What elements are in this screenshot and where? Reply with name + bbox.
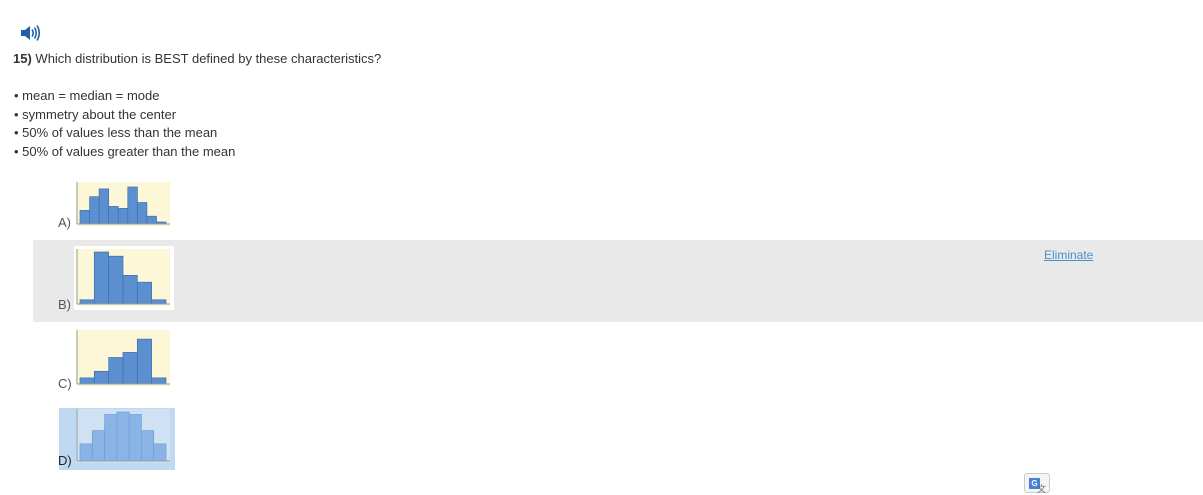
histogram-bar	[93, 370, 109, 385]
speaker-icon[interactable]	[20, 24, 42, 42]
characteristic-item: • 50% of values less than the mean	[14, 125, 218, 140]
histogram-bar	[127, 186, 138, 225]
option-b-label[interactable]: B)	[58, 297, 71, 312]
option-c-histogram[interactable]	[76, 330, 170, 386]
option-d-histogram[interactable]	[76, 409, 170, 463]
histogram-bar	[89, 196, 100, 225]
histogram-bar	[116, 411, 130, 462]
option-a-label[interactable]: A)	[58, 215, 71, 230]
histogram-bar	[136, 338, 152, 385]
histogram-bar	[136, 281, 152, 305]
option-b-histogram[interactable]	[76, 249, 170, 306]
characteristic-item: • 50% of values greater than the mean	[14, 143, 236, 159]
histogram-bar	[153, 443, 167, 462]
characteristic-item: • symmetry about the center	[14, 106, 177, 122]
histogram-bar	[108, 357, 124, 385]
option-b-row-highlight[interactable]	[33, 240, 1203, 322]
histogram-bar	[128, 414, 142, 462]
histogram-bar	[136, 202, 148, 225]
question-prompt: Which distribution is BEST defined by th…	[35, 51, 382, 66]
histogram-bar	[117, 208, 129, 225]
histogram-bar	[104, 414, 118, 462]
histogram-bar	[79, 377, 95, 385]
histogram-bar	[93, 251, 109, 305]
histogram-bar	[108, 255, 124, 305]
google-translate-icon[interactable]: G 文	[1024, 473, 1050, 494]
histogram-bar	[79, 443, 93, 462]
histogram-bar	[146, 215, 157, 225]
histogram-bar	[108, 206, 119, 225]
eliminate-link[interactable]: Eliminate	[1044, 248, 1093, 262]
characteristic-item: • mean = median = mode	[14, 88, 160, 103]
option-d-label[interactable]: D)	[58, 453, 72, 468]
histogram-bar	[122, 352, 138, 385]
histogram-bar	[141, 430, 155, 462]
characteristics-list: • mean = median = mode • symmetry about …	[14, 87, 235, 161]
option-c-label[interactable]: C)	[58, 376, 72, 391]
question-number: 15)	[13, 51, 32, 66]
histogram-bar	[98, 188, 110, 225]
histogram-bar	[79, 210, 90, 225]
histogram-bar	[122, 275, 138, 305]
histogram-bar	[151, 299, 167, 305]
histogram-bar	[79, 299, 95, 305]
histogram-bar	[151, 377, 167, 385]
option-a-histogram[interactable]	[76, 182, 170, 226]
question-text: 15) Which distribution is BEST defined b…	[13, 51, 381, 66]
histogram-bar	[91, 430, 105, 462]
